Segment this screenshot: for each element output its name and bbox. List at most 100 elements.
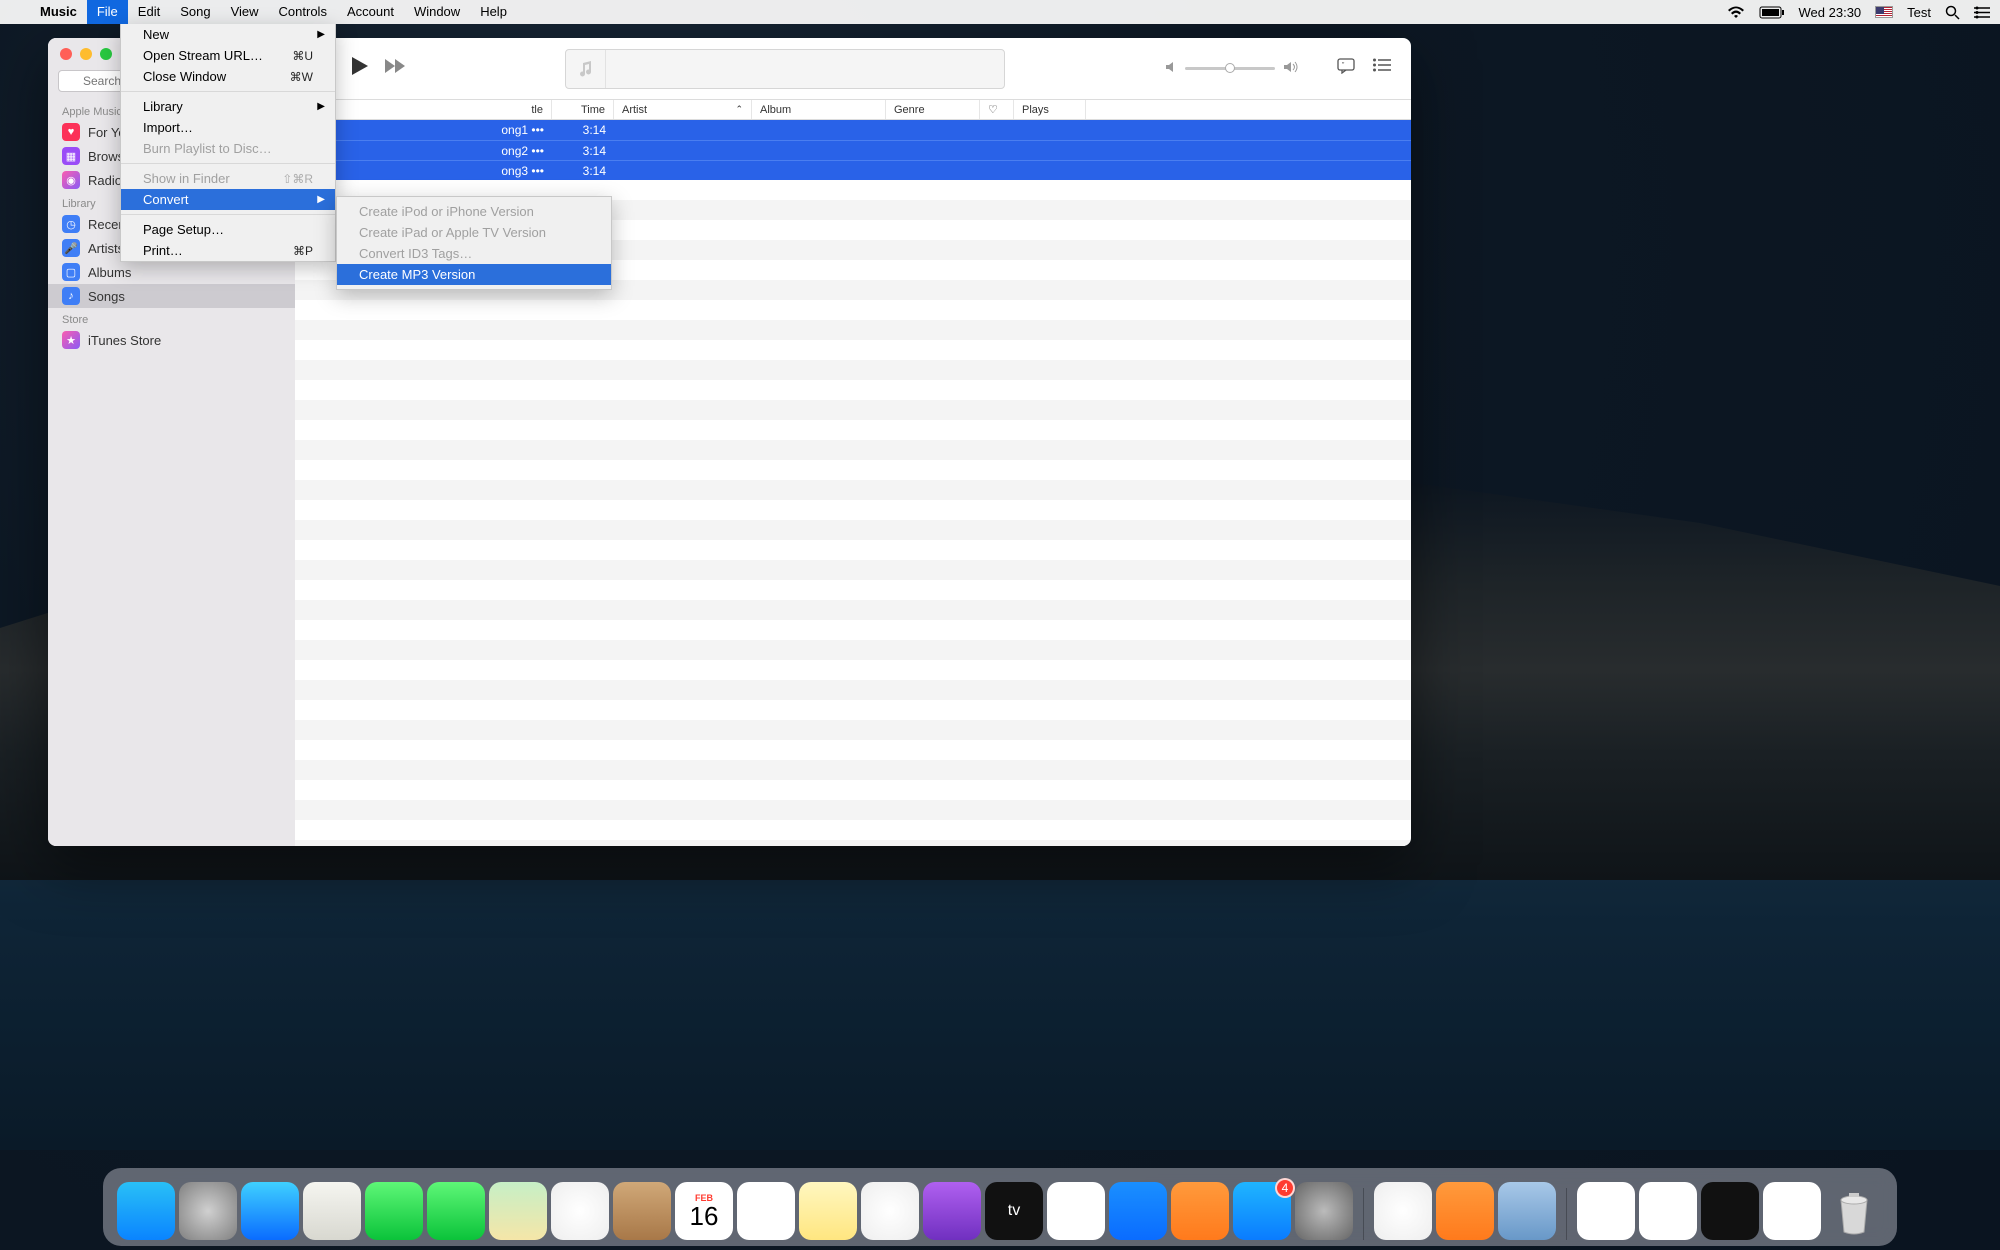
- lcd-artwork-icon: [566, 50, 606, 88]
- next-track-icon[interactable]: [383, 58, 405, 79]
- dock-icon-terminal[interactable]: [1701, 1182, 1759, 1240]
- dock-icon-numbers[interactable]: [1047, 1182, 1105, 1240]
- empty-row: [295, 460, 1411, 480]
- sidebar-item-albums[interactable]: ▢Albums: [48, 260, 295, 284]
- empty-row: [295, 520, 1411, 540]
- sidebar-heading-store: Store: [48, 308, 295, 328]
- wifi-icon[interactable]: [1727, 6, 1745, 19]
- empty-row: [295, 480, 1411, 500]
- dock-icon-launchpad[interactable]: [179, 1182, 237, 1240]
- dock: FEB16 tv 4: [103, 1168, 1897, 1246]
- spotlight-icon[interactable]: [1945, 5, 1960, 20]
- menu-item-new[interactable]: New▶: [121, 24, 335, 45]
- menu-item-page-setup-[interactable]: Page Setup…: [121, 219, 335, 240]
- menubar-item-account[interactable]: Account: [337, 0, 404, 24]
- sidebar-item-label: Artists: [88, 241, 124, 256]
- song-row[interactable]: ong1 •••3:14: [295, 120, 1411, 140]
- dock-icon-mail[interactable]: [303, 1182, 361, 1240]
- menubar-item-window[interactable]: Window: [404, 0, 470, 24]
- menubar-app-name[interactable]: Music: [30, 0, 87, 24]
- column-album[interactable]: Album: [752, 100, 886, 119]
- empty-row: [295, 580, 1411, 600]
- menubar-item-edit[interactable]: Edit: [128, 0, 170, 24]
- empty-row: [295, 560, 1411, 580]
- menu-item-print-[interactable]: Print…⌘P: [121, 240, 335, 261]
- menubar-item-controls[interactable]: Controls: [269, 0, 337, 24]
- battery-icon[interactable]: [1759, 6, 1785, 19]
- dock-icon-keynote[interactable]: [1109, 1182, 1167, 1240]
- menubar-item-song[interactable]: Song: [170, 0, 220, 24]
- dock-icon-appstore[interactable]: 4: [1233, 1182, 1291, 1240]
- menubar-item-help[interactable]: Help: [470, 0, 517, 24]
- column-plays[interactable]: Plays: [1014, 100, 1086, 119]
- dock-icon-music[interactable]: [861, 1182, 919, 1240]
- dock-icon-vlc[interactable]: [1436, 1182, 1494, 1240]
- song-row[interactable]: ong3 •••3:14: [295, 160, 1411, 180]
- close-window-button[interactable]: [60, 48, 72, 60]
- dock-icon-finder[interactable]: [117, 1182, 175, 1240]
- sidebar-item-songs[interactable]: ♪Songs: [48, 284, 295, 308]
- empty-row: [295, 620, 1411, 640]
- column-artist[interactable]: Artist⌃: [614, 100, 752, 119]
- empty-row: [295, 720, 1411, 740]
- dock-icon-preferences[interactable]: [1295, 1182, 1353, 1240]
- empty-row: [295, 420, 1411, 440]
- radio-icon: ◉: [62, 171, 80, 189]
- input-source-flag-icon[interactable]: [1875, 6, 1893, 18]
- zoom-window-button[interactable]: [100, 48, 112, 60]
- calendar-day: 16: [690, 1203, 719, 1229]
- menu-item-library[interactable]: Library▶: [121, 96, 335, 117]
- dock-icon-calendar[interactable]: FEB16: [675, 1182, 733, 1240]
- star-icon: ★: [62, 331, 80, 349]
- empty-row: [295, 440, 1411, 460]
- dock-icon-doc1[interactable]: [1577, 1182, 1635, 1240]
- submenu-arrow-icon: ▶: [317, 29, 325, 40]
- volume-slider[interactable]: [1185, 67, 1275, 70]
- menu-item-import-[interactable]: Import…: [121, 117, 335, 138]
- queue-list-icon[interactable]: [1373, 58, 1391, 79]
- column-time[interactable]: Time: [552, 100, 614, 119]
- sidebar-item-itunes-store[interactable]: ★iTunes Store: [48, 328, 295, 352]
- menu-item-close-window[interactable]: Close Window⌘W: [121, 66, 335, 87]
- dock-icon-textedit[interactable]: [1763, 1182, 1821, 1240]
- menubar-user[interactable]: Test: [1907, 5, 1931, 20]
- empty-row: [295, 500, 1411, 520]
- volume-knob[interactable]: [1225, 63, 1235, 73]
- menu-item-burn-playlist-to-disc-: Burn Playlist to Disc…: [121, 138, 335, 159]
- dock-icon-trash[interactable]: [1825, 1182, 1883, 1240]
- menubar-item-file[interactable]: File: [87, 0, 128, 24]
- dock-icon-contacts[interactable]: [613, 1182, 671, 1240]
- submenu-item-create-mp-version[interactable]: Create MP3 Version: [337, 264, 611, 285]
- column-love[interactable]: ♡: [980, 100, 1014, 119]
- dock-icon-facetime[interactable]: [427, 1182, 485, 1240]
- menu-item-convert[interactable]: Convert▶: [121, 189, 335, 210]
- dock-icon-chrome[interactable]: [1374, 1182, 1432, 1240]
- lyrics-icon[interactable]: ”: [1337, 58, 1355, 79]
- column-genre[interactable]: Genre: [886, 100, 980, 119]
- play-icon[interactable]: [351, 56, 369, 81]
- dock-icon-preview-img[interactable]: [1498, 1182, 1556, 1240]
- dock-icon-notes[interactable]: [799, 1182, 857, 1240]
- song-time: 3:14: [552, 123, 614, 137]
- dock-icon-pages[interactable]: [1171, 1182, 1229, 1240]
- dock-separator: [1566, 1188, 1567, 1240]
- menu-item-open-stream-url-[interactable]: Open Stream URL…⌘U: [121, 45, 335, 66]
- dock-icon-doc2[interactable]: [1639, 1182, 1697, 1240]
- dock-icon-photos[interactable]: [551, 1182, 609, 1240]
- volume-control[interactable]: [1165, 60, 1299, 78]
- song-row[interactable]: ong2 •••3:14: [295, 140, 1411, 160]
- menubar-clock[interactable]: Wed 23:30: [1799, 5, 1862, 20]
- empty-row: [295, 660, 1411, 680]
- notification-center-icon[interactable]: [1974, 6, 1990, 19]
- empty-row: [295, 600, 1411, 620]
- empty-row: [295, 840, 1411, 846]
- dock-icon-safari[interactable]: [241, 1182, 299, 1240]
- dock-icon-messages[interactable]: [365, 1182, 423, 1240]
- now-playing-lcd: [565, 49, 1005, 89]
- dock-icon-maps[interactable]: [489, 1182, 547, 1240]
- menubar-item-view[interactable]: View: [221, 0, 269, 24]
- dock-icon-reminders[interactable]: [737, 1182, 795, 1240]
- dock-icon-podcasts[interactable]: [923, 1182, 981, 1240]
- dock-icon-tv[interactable]: tv: [985, 1182, 1043, 1240]
- minimize-window-button[interactable]: [80, 48, 92, 60]
